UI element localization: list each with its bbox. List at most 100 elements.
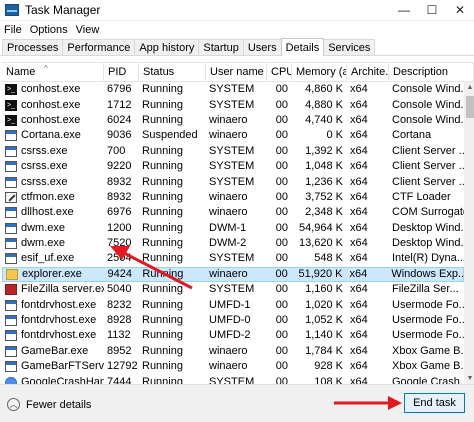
tab-app-history[interactable]: App history	[134, 39, 200, 55]
cell-user-name: winaero	[209, 360, 248, 373]
cell-architecture: x64	[350, 283, 368, 296]
cell-architecture: x64	[350, 175, 368, 188]
cell-architecture: x64	[350, 83, 368, 96]
table-row[interactable]: fontdrvhost.exe 8232 Running UMFD-1 00 1,020 …	[2, 297, 464, 312]
column-header-cpu[interactable]: CPU	[267, 63, 292, 82]
table-row[interactable]: conhost.exe 6796 Running SYSTEM 00 4,860 K x64…	[2, 82, 464, 97]
table-row[interactable]: conhost.exe 6024 Running winaero 00 4,740 K x6…	[2, 113, 464, 128]
table-row[interactable]: fontdrvhost.exe 1132 Running UMFD-2 00 1,140 …	[2, 328, 464, 343]
menu-options[interactable]: Options	[26, 24, 72, 36]
table-row[interactable]: csrss.exe 700 Running SYSTEM 00 1,392 K x64 Cli…	[2, 144, 464, 159]
column-header-description[interactable]: Description	[389, 63, 474, 82]
cell-description: Desktop Wind...	[392, 237, 464, 250]
process-name: esif_uf.exe	[21, 252, 75, 265]
tab-details[interactable]: Details	[280, 38, 325, 56]
console-icon	[5, 82, 17, 97]
cell-user-name: UMFD-0	[209, 314, 251, 327]
fewer-details-label: Fewer details	[26, 398, 92, 411]
cell-pid: 2504	[107, 252, 132, 265]
cell-name: ctfmon.exe	[2, 190, 104, 205]
cell-status: Suspended	[142, 129, 198, 142]
window-icon	[5, 145, 17, 157]
scrollbar-thumb[interactable]	[466, 96, 474, 118]
table-row[interactable]: FileZilla server.exe 5040 Running SYSTEM 00 1…	[2, 282, 464, 297]
tab-startup[interactable]: Startup	[198, 39, 244, 55]
window-icon	[5, 315, 17, 327]
cell-pid: 700	[107, 144, 126, 157]
cell-user-name: DWM-1	[209, 221, 247, 234]
process-name: dwm.exe	[21, 221, 66, 234]
cell-pid: 1132	[107, 329, 131, 342]
close-button[interactable]: ✕	[446, 0, 474, 21]
cell-name: dwm.exe	[2, 221, 104, 236]
table-body: conhost.exe 6796 Running SYSTEM 00 4,860 K x64…	[2, 82, 464, 384]
cell-cpu: 00	[275, 129, 288, 142]
end-task-button[interactable]: End task	[404, 393, 465, 413]
cell-name: GameBarFTServer.exe	[2, 359, 104, 374]
process-name: ctfmon.exe	[21, 190, 75, 203]
cell-memory: 3,752 K	[305, 190, 343, 203]
scroll-down-icon[interactable]: ▼	[464, 373, 474, 384]
tab-performance[interactable]: Performance	[62, 39, 136, 55]
tab-processes[interactable]: Processes	[2, 39, 64, 55]
cell-pid: 9220	[107, 160, 132, 173]
menu-file[interactable]: File	[0, 24, 26, 36]
tab-users[interactable]: Users	[242, 39, 282, 55]
cell-architecture: x64	[350, 360, 368, 373]
table-row[interactable]: GameBarFTServer.exe12792 Running winaero 00…	[2, 359, 464, 374]
table-row[interactable]: GoogleCrashHandler.e...7444 Running SYSTEM…	[2, 374, 464, 384]
cell-pid: 6976	[107, 206, 132, 219]
console-icon	[5, 113, 17, 128]
tab-services[interactable]: Services	[323, 39, 376, 55]
cell-user-name: UMFD-2	[209, 329, 251, 342]
table-row[interactable]: csrss.exe 8932 Running SYSTEM 00 1,236 K x64 Cl…	[2, 174, 464, 189]
cell-name: fontdrvhost.exe	[2, 328, 104, 343]
column-header-memory[interactable]: Memory (a...	[292, 63, 347, 82]
table-row[interactable]: esif_uf.exe 2504 Running SYSTEM 00 548 K x64 In…	[2, 251, 464, 266]
table-row[interactable]: dwm.exe 1200 Running DWM-1 00 54,964 K x64 Desk…	[2, 221, 464, 236]
cell-description: Client Server ...	[392, 160, 464, 173]
cell-architecture: x64	[350, 298, 368, 311]
table-row[interactable]: fontdrvhost.exe 8928 Running UMFD-0 00 1,052 …	[2, 313, 464, 328]
column-header-architecture[interactable]: Archite...	[347, 63, 389, 82]
fewer-details-button[interactable]: ︿ Fewer details	[7, 398, 91, 411]
cell-name: GameBar.exe	[2, 344, 104, 359]
column-header-pid[interactable]: PID	[104, 63, 139, 82]
minimize-button[interactable]: —	[390, 0, 418, 21]
cell-user-name: SYSTEM	[209, 144, 255, 157]
column-header-user-name[interactable]: User name	[206, 63, 267, 82]
table-row[interactable]: explorer.exe 9424 Running winaero 00 51,920 K…	[2, 266, 464, 283]
cell-memory: 4,880 K	[305, 98, 343, 111]
column-header-name[interactable]: Name ^	[2, 63, 104, 82]
cell-architecture: x64	[350, 344, 368, 357]
table-row[interactable]: dwm.exe 7520 Running DWM-2 00 13,620 K x64 Desk…	[2, 236, 464, 251]
cell-pid: 8232	[107, 298, 132, 311]
table-row[interactable]: csrss.exe 9220 Running SYSTEM 00 1,048 K x64 Cl…	[2, 159, 464, 174]
cell-architecture: x64	[350, 314, 368, 327]
menu-bar: File Options View	[0, 21, 474, 38]
window-icon	[5, 330, 17, 342]
process-name: GameBar.exe	[21, 344, 89, 357]
table-row[interactable]: GameBar.exe 8952 Running winaero 00 1,784 K x6…	[2, 344, 464, 359]
window-icon	[5, 161, 17, 173]
vertical-scrollbar[interactable]: ▲ ▼	[464, 82, 474, 384]
column-header-status[interactable]: Status	[139, 63, 206, 82]
cell-memory: 928 K	[314, 360, 343, 373]
window-icon	[5, 222, 17, 234]
table-row[interactable]: conhost.exe 1712 Running SYSTEM 00 4,880 K x64…	[2, 97, 464, 113]
cell-memory: 1,020 K	[305, 298, 343, 311]
table-row[interactable]: ctfmon.exe 8932 Running winaero 00 3,752 K x64…	[2, 190, 464, 205]
table-row[interactable]: Cortana.exe 9036 Suspended winaero 00 0 K x64 C…	[2, 128, 464, 143]
cell-pid: 7444	[107, 375, 132, 384]
cell-name: Cortana.exe	[2, 128, 104, 143]
scroll-up-icon[interactable]: ▲	[464, 82, 474, 94]
cell-architecture: x64	[350, 129, 368, 142]
menu-view[interactable]: View	[72, 24, 104, 36]
cell-description: Usermode Fo...	[392, 314, 464, 327]
process-name: FileZilla server.exe	[21, 283, 104, 296]
cell-description: Xbox Game B...	[392, 360, 464, 373]
cell-user-name: winaero	[209, 129, 248, 142]
cell-status: Running	[142, 252, 183, 265]
table-row[interactable]: dllhost.exe 6976 Running winaero 00 2,348 K x6…	[2, 205, 464, 220]
maximize-button[interactable]: ☐	[418, 0, 446, 21]
